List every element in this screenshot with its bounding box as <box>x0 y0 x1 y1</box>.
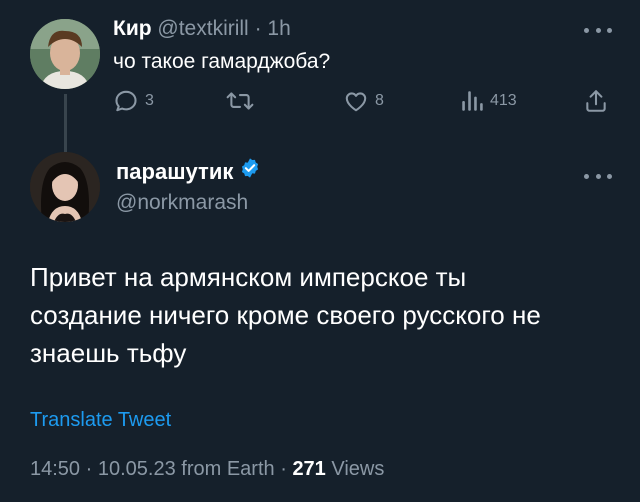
translate-tweet-link[interactable]: Translate Tweet <box>30 407 171 433</box>
tweet-date[interactable]: 10.05.23 <box>98 458 176 480</box>
main-author-name[interactable]: парашутик <box>116 158 233 186</box>
reply-more-icon[interactable] <box>584 22 612 38</box>
reply-separator: · <box>254 17 262 40</box>
reply-author-name[interactable]: Кир <box>113 17 152 40</box>
share-icon <box>586 90 606 112</box>
main-author-handle[interactable]: @norkmarash <box>116 190 248 216</box>
like-icon <box>345 92 367 112</box>
views-count: 413 <box>490 92 517 109</box>
avatar-photo <box>30 19 100 89</box>
meta-separator: · <box>85 458 93 480</box>
thread-connector-line <box>64 94 67 152</box>
tweet-metadata: 14:50 · 10.05.23 from Earth · 271 Views <box>30 456 384 482</box>
reply-time[interactable]: 1h <box>267 17 290 40</box>
avatar-photo <box>30 152 100 222</box>
tweet-source: from Earth <box>181 458 275 480</box>
reply-header: Кир @textkirill · 1h <box>113 16 291 42</box>
retweet-button[interactable] <box>226 86 254 116</box>
main-author-name-row: парашутик <box>116 157 261 186</box>
reply-author-handle[interactable]: @textkirill <box>157 17 248 40</box>
tweet-views-count[interactable]: 271 <box>292 458 325 480</box>
views-button[interactable]: 413 <box>460 86 517 116</box>
verified-badge-icon[interactable] <box>239 157 261 186</box>
tweet-time[interactable]: 14:50 <box>30 458 80 480</box>
like-count: 8 <box>375 92 384 109</box>
retweet-icon <box>226 92 254 110</box>
views-icon <box>462 91 483 111</box>
reply-count: 3 <box>145 92 154 109</box>
share-button[interactable] <box>583 86 609 116</box>
main-more-icon[interactable] <box>584 168 612 184</box>
tweet-views-label: Views <box>331 458 385 480</box>
reply-text: чо такое гамарджоба? <box>113 50 331 73</box>
main-tweet-text: Привет на армянском имперское ты создани… <box>30 262 541 368</box>
meta-separator: · <box>280 458 287 480</box>
reply-icon <box>115 90 137 112</box>
main-author-avatar[interactable] <box>30 152 100 222</box>
reply-button[interactable]: 3 <box>113 86 154 116</box>
reply-action-bar: 3 8 413 <box>113 86 613 116</box>
like-button[interactable]: 8 <box>343 86 384 116</box>
reply-author-avatar[interactable] <box>30 19 100 89</box>
